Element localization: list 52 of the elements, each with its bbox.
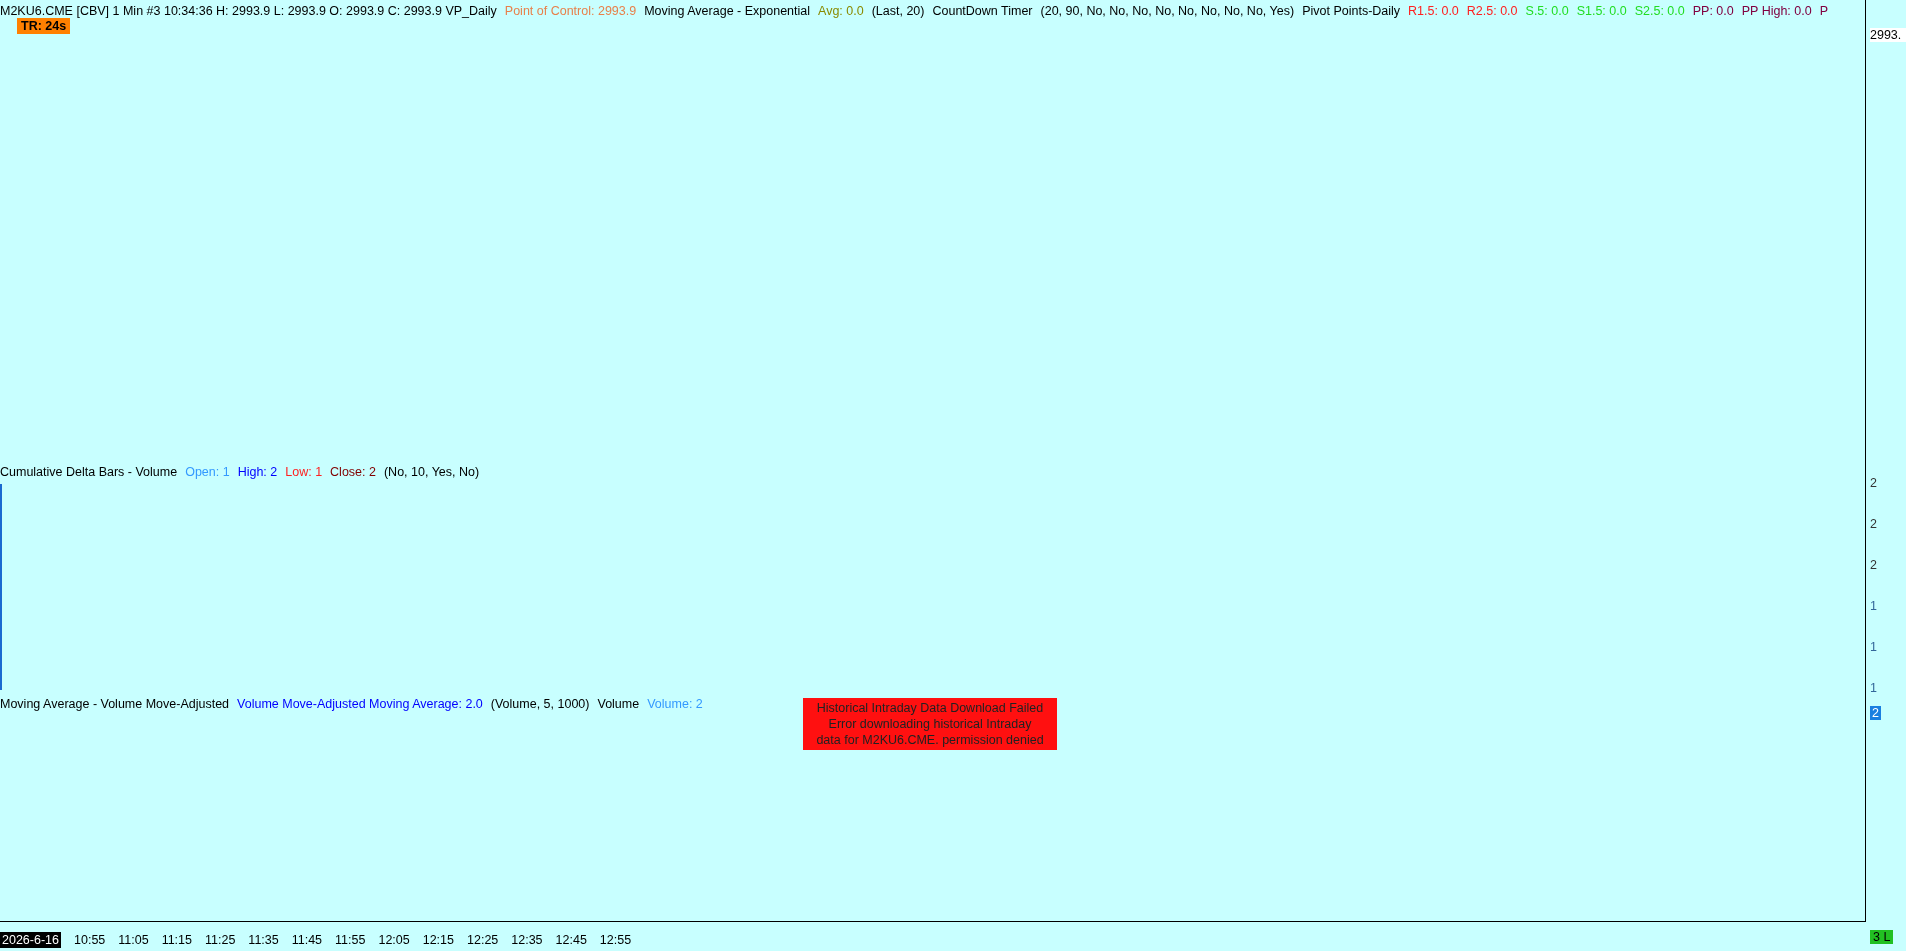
legend-text: High: 2 <box>237 465 278 479</box>
legend-text: S1.5: 0.0 <box>1576 4 1627 18</box>
time-label: 12:25 <box>467 932 499 947</box>
error-message: Historical Intraday Data Download Failed Error downloading historical Intraday data for M2KU6.CME. permission denied <box>803 698 1057 750</box>
time-label: 12:55 <box>599 932 632 947</box>
legend-text: Point of Control: 2993.9 <box>504 4 637 18</box>
legend-text: Volume: 2 <box>647 697 703 711</box>
legend-text: R2.5: 0.0 <box>1466 4 1518 18</box>
legend-text: (No, 10, Yes, No) <box>383 465 480 479</box>
legend-text: PP High: 0.0 <box>1741 4 1812 18</box>
legend-text: Volume Move-Adjusted Moving Average: 2.0 <box>237 697 483 711</box>
time-label: 11:35 <box>248 932 279 947</box>
time-label: 12:05 <box>378 932 410 947</box>
legend-text: Cumulative Delta Bars - Volume <box>0 465 178 479</box>
time-label: 12:35 <box>511 932 543 947</box>
time-label: 11:05 <box>118 932 149 947</box>
axis-label: 2 <box>1870 558 1878 572</box>
legend-text: Pivot Points-Daily <box>1302 4 1401 18</box>
legend-text: Moving Average - Exponential <box>644 4 811 18</box>
legend-text: M2KU6.CME [CBV] 1 Min #3 10:34:36 H: 2993.9 L: 2993.9 O: 2993.9 C: 2993.9 VP_Daily <box>0 4 497 18</box>
legend-text: S2.5: 0.0 <box>1634 4 1685 18</box>
axis-label: 1 <box>1870 640 1878 654</box>
time-label: 11:15 <box>161 932 192 947</box>
time-label: 11:55 <box>335 932 366 947</box>
status-indicator: 3 L <box>1870 930 1894 944</box>
legend-text: Open: 1 <box>185 465 230 479</box>
time-label: 12:45 <box>555 932 587 947</box>
legend-text: Avg: 0.0 <box>818 4 864 18</box>
axis-label: 2 <box>1870 476 1878 490</box>
legend-text: Low: 1 <box>285 465 323 479</box>
legend-text: (Last, 20) <box>871 4 925 18</box>
axis-label: 2 <box>1870 517 1878 531</box>
legend-text: Close: 2 <box>330 465 376 479</box>
axis-label: 1 <box>1870 599 1878 613</box>
legend-text: PP: 0.0 <box>1692 4 1734 18</box>
value-marker: 2 <box>1870 706 1881 720</box>
legend-text: (Volume, 5, 1000) <box>490 697 590 711</box>
legend-text: R1.5: 0.0 <box>1408 4 1459 18</box>
price-axis-label: 2993. <box>1870 28 1906 42</box>
legend-text: (20, 90, No, No, No, No, No, No, No, No, Yes) <box>1040 4 1295 18</box>
axis-label: 1 <box>1870 681 1878 695</box>
legend-text: CountDown Timer <box>932 4 1033 18</box>
time-label: 10:55 <box>74 932 106 947</box>
legend-text: Volume <box>597 697 640 711</box>
timer-badge: TR: 24s <box>17 18 71 34</box>
date-label: 2026-6-16 <box>0 931 61 948</box>
legend-text: Moving Average - Volume Move-Adjusted <box>0 697 230 711</box>
time-label: 12:15 <box>422 932 454 947</box>
time-label: 11:25 <box>205 932 236 947</box>
legend-text: S.5: 0.0 <box>1525 4 1569 18</box>
legend-text: P <box>1819 4 1829 18</box>
time-label: 11:45 <box>291 932 323 947</box>
